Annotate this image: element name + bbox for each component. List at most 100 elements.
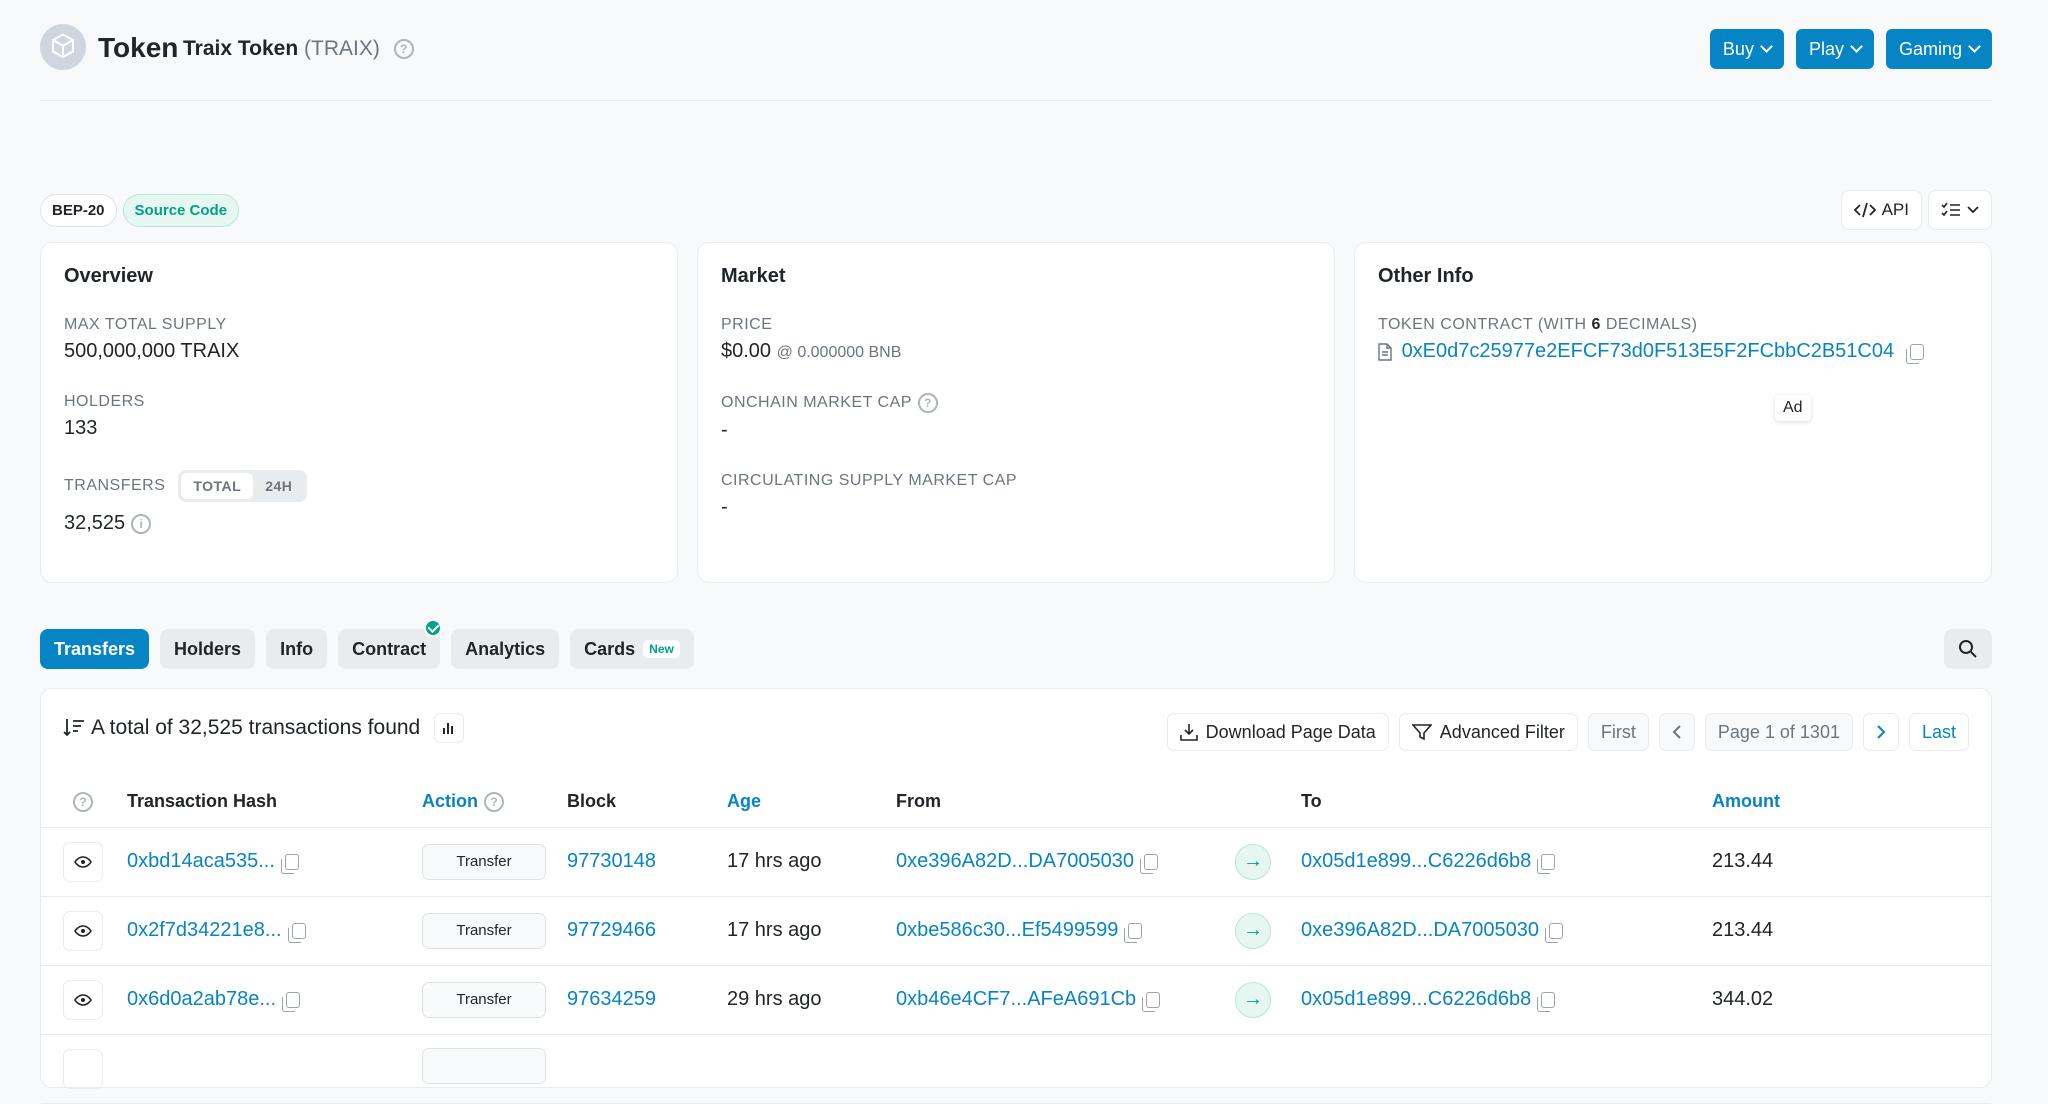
buy-label: Buy — [1722, 38, 1754, 59]
to-address-link[interactable]: 0x05d1e899...C6226d6b8 — [1301, 850, 1531, 872]
from-address-link[interactable]: 0xe396A82D...DA7005030 — [896, 850, 1134, 872]
tab-holders[interactable]: Holders — [160, 629, 256, 669]
block-link[interactable]: 97729466 — [567, 919, 656, 941]
download-icon — [1179, 724, 1198, 741]
toggle-total[interactable]: TOTAL — [181, 473, 254, 499]
circ-label: CIRCULATING SUPPLY MARKET CAP — [721, 472, 1018, 489]
header-divider — [40, 100, 1992, 101]
row-age: 17 hrs ago — [727, 827, 896, 897]
gaming-button[interactable]: Gaming — [1885, 29, 1992, 69]
table-row: 0x6d0a2ab78e... Transfer 97634259 29 hrs… — [41, 965, 1991, 1035]
row-age: 17 hrs ago — [727, 896, 896, 966]
row-action-cell — [422, 1034, 567, 1104]
source-code-badge[interactable]: Source Code — [122, 194, 240, 227]
chevron-left-icon — [1672, 725, 1681, 739]
copy-icon[interactable] — [1537, 853, 1556, 874]
file-icon — [1378, 343, 1392, 361]
filter-icon — [1411, 724, 1432, 740]
buy-button[interactable]: Buy — [1709, 29, 1784, 69]
help-icon[interactable]: ? — [484, 792, 504, 813]
token-symbol: (TRAIX) — [304, 37, 380, 60]
api-button[interactable]: API — [1840, 190, 1922, 230]
row-age — [727, 1034, 896, 1104]
row-from-cell — [896, 1034, 1301, 1104]
help-icon[interactable]: ? — [917, 393, 938, 413]
help-icon[interactable]: ? — [393, 39, 414, 60]
tx-hash-link[interactable]: 0x2f7d34221e8... — [127, 919, 282, 941]
row-preview-cell — [41, 827, 127, 897]
block-link[interactable]: 97634259 — [567, 988, 656, 1010]
list-options-button[interactable] — [1928, 190, 1992, 230]
play-label: Play — [1808, 38, 1844, 59]
tx-hash-link[interactable]: 0x6d0a2ab78e... — [127, 988, 276, 1010]
row-preview-cell — [41, 896, 127, 966]
tab-transfers[interactable]: Transfers — [40, 629, 150, 669]
preview-button[interactable] — [63, 841, 103, 882]
next-page-button[interactable] — [1862, 713, 1899, 751]
preview-button[interactable] — [63, 910, 103, 951]
copy-icon[interactable] — [1544, 922, 1563, 943]
to-address-link[interactable]: 0xe396A82D...DA7005030 — [1301, 919, 1539, 941]
row-hash-cell: 0x6d0a2ab78e... — [127, 965, 422, 1035]
info-icon[interactable]: i — [131, 513, 152, 534]
to-address-link[interactable]: 0x05d1e899...C6226d6b8 — [1301, 988, 1531, 1010]
table-header-row: ? Transaction Hash Action? Block Age Fro… — [41, 777, 1991, 828]
tab-contract[interactable]: Contract — [338, 619, 443, 669]
first-page-button[interactable]: First — [1587, 713, 1649, 751]
col-action[interactable]: Action? — [422, 777, 567, 828]
onchain-label: ONCHAIN MARKET CAP — [721, 394, 912, 412]
copy-icon[interactable] — [280, 853, 299, 874]
row-from-cell: 0xbe586c30...Ef5499599 → — [896, 896, 1301, 966]
contract-address-link[interactable]: 0xE0d7c25977e2EFCF73d0F513E5F2FCbbC2B51C… — [1402, 340, 1895, 362]
block-link[interactable]: 97730148 — [567, 850, 656, 872]
overview-title: Overview — [64, 265, 153, 287]
list-check-icon — [1941, 202, 1960, 217]
tab-cards[interactable]: Cards New — [570, 629, 694, 669]
tx-hash-link[interactable]: 0xbd14aca535... — [127, 850, 275, 872]
row-action-cell: Transfer — [422, 965, 567, 1035]
row-to-cell: 0x05d1e899...C6226d6b8 — [1301, 965, 1712, 1035]
row-amount — [1712, 1034, 1991, 1104]
table-row: 0x2f7d34221e8... Transfer 97729466 17 hr… — [41, 896, 1991, 966]
standard-badge: BEP-20 — [40, 194, 117, 227]
copy-icon[interactable] — [1537, 991, 1556, 1012]
action-pill: Transfer — [422, 912, 546, 949]
header-buttons: Buy Play Gaming — [1709, 29, 1992, 69]
price-value: $0.00 — [721, 340, 772, 362]
contract-label: TOKEN CONTRACT (WITH 6 DECIMALS) — [1378, 316, 1968, 334]
onchain-label-row: ONCHAIN MARKET CAP? — [721, 393, 1311, 413]
prev-page-button[interactable] — [1658, 713, 1695, 751]
chart-icon[interactable] — [434, 713, 465, 743]
preview-button[interactable] — [63, 979, 103, 1020]
tab-analytics[interactable]: Analytics — [451, 629, 560, 669]
play-button[interactable]: Play — [1795, 29, 1874, 69]
new-badge: New — [643, 640, 680, 658]
col-age[interactable]: Age — [727, 777, 896, 828]
row-amount: 344.02 — [1712, 965, 1991, 1035]
from-address-link[interactable]: 0xbe586c30...Ef5499599 — [896, 919, 1118, 941]
copy-icon[interactable] — [287, 922, 306, 943]
copy-icon[interactable] — [1139, 853, 1158, 874]
help-icon[interactable]: ? — [73, 792, 93, 813]
from-address-link[interactable]: 0xb46e4CF7...AFeA691Cb — [896, 988, 1136, 1010]
eye-icon — [74, 993, 92, 1006]
preview-button[interactable] — [63, 1048, 103, 1089]
download-button[interactable]: Download Page Data — [1166, 713, 1389, 751]
col-hash: Transaction Hash — [127, 777, 422, 828]
copy-icon[interactable] — [1124, 922, 1143, 943]
search-button[interactable] — [1944, 629, 1992, 669]
col-amount[interactable]: Amount — [1712, 777, 1991, 828]
download-label: Download Page Data — [1205, 721, 1376, 742]
api-label: API — [1881, 200, 1909, 219]
toggle-24h[interactable]: 24H — [253, 473, 304, 499]
copy-icon[interactable] — [1142, 991, 1161, 1012]
token-name-text: Traix Token — [183, 37, 299, 60]
row-action-cell: Transfer — [422, 827, 567, 897]
advanced-filter-button[interactable]: Advanced Filter — [1398, 713, 1578, 751]
tab-info[interactable]: Info — [266, 629, 328, 669]
row-hash-cell — [127, 1034, 422, 1104]
copy-icon[interactable] — [282, 991, 301, 1012]
last-page-button[interactable]: Last — [1908, 713, 1969, 751]
row-to-cell: 0x05d1e899...C6226d6b8 — [1301, 827, 1712, 897]
copy-icon[interactable] — [1905, 343, 1924, 364]
